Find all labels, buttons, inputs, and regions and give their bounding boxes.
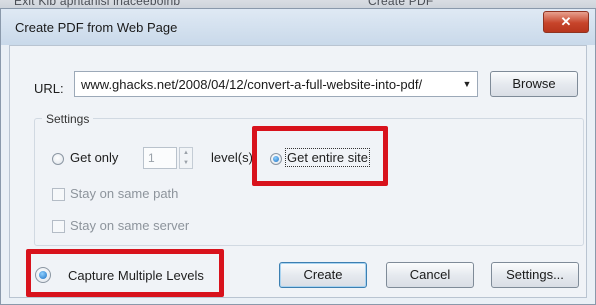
url-input[interactable]: www.ghacks.net/2008/04/12/convert-a-full… xyxy=(81,77,422,92)
background-tab-text: Exit Kib apntanisi iriaceeboinb xyxy=(14,0,181,8)
dialog-client-area: URL: www.ghacks.net/2008/04/12/convert-a… xyxy=(9,45,587,298)
background-tab-text-right: Create PDF xyxy=(368,0,434,8)
cancel-button[interactable]: Cancel xyxy=(386,262,474,288)
settings-button[interactable]: Settings... xyxy=(491,262,579,288)
levels-stepper[interactable]: ▲ ▼ xyxy=(179,147,193,169)
create-pdf-dialog: Create PDF from Web Page ✕ URL: www.ghac… xyxy=(0,8,596,305)
highlight-box-get-entire-site xyxy=(252,126,388,186)
settings-legend: Settings xyxy=(42,112,94,126)
get-only-label[interactable]: Get only xyxy=(70,150,118,165)
stay-same-server-checkbox[interactable] xyxy=(52,220,65,233)
get-only-radio[interactable] xyxy=(52,153,64,165)
dialog-titlebar[interactable]: Create PDF from Web Page ✕ xyxy=(1,9,595,45)
url-label: URL: xyxy=(34,81,64,96)
dialog-title: Create PDF from Web Page xyxy=(15,20,178,35)
chevron-down-icon[interactable]: ▼ xyxy=(459,75,475,93)
stepper-up-icon[interactable]: ▲ xyxy=(180,148,192,158)
create-button[interactable]: Create xyxy=(279,262,367,288)
stay-same-path-label: Stay on same path xyxy=(70,186,179,201)
capture-multiple-levels-radio[interactable] xyxy=(35,267,51,283)
stay-same-server-label: Stay on same server xyxy=(70,218,190,233)
close-button[interactable]: ✕ xyxy=(543,11,589,33)
stay-same-path-checkbox[interactable] xyxy=(52,188,65,201)
levels-label: level(s) xyxy=(211,150,253,165)
stepper-down-icon[interactable]: ▼ xyxy=(180,158,192,168)
capture-multiple-levels-label[interactable]: Capture Multiple Levels xyxy=(68,268,204,283)
close-icon: ✕ xyxy=(560,14,572,29)
url-combobox[interactable]: www.ghacks.net/2008/04/12/convert-a-full… xyxy=(74,71,478,97)
levels-input[interactable]: 1 xyxy=(143,147,177,169)
browse-button[interactable]: Browse xyxy=(490,71,578,97)
